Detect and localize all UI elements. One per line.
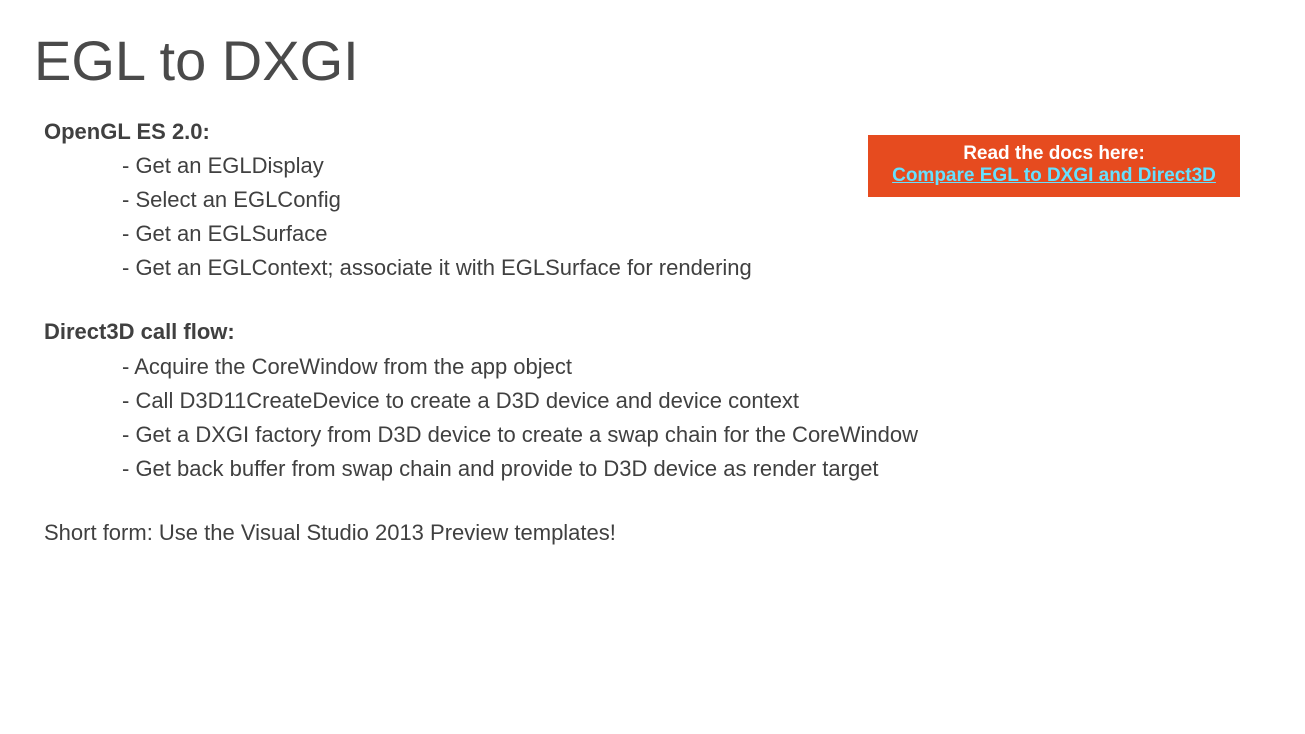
callout-link[interactable]: Compare EGL to DXGI and Direct3D (878, 165, 1230, 187)
list-item: - Acquire the CoreWindow from the app ob… (122, 350, 1267, 384)
short-form-text: Short form: Use the Visual Studio 2013 P… (44, 516, 1267, 550)
list-item: - Get a DXGI factory from D3D device to … (122, 418, 1267, 452)
slide-container: EGL to DXGI Read the docs here: Compare … (0, 0, 1305, 734)
list-item: - Get an EGLSurface (122, 217, 1267, 251)
list-item: - Call D3D11CreateDevice to create a D3D… (122, 384, 1267, 418)
section-direct3d-label: Direct3D call flow: (44, 315, 1267, 349)
slide-title: EGL to DXGI (34, 28, 1267, 93)
docs-callout: Read the docs here: Compare EGL to DXGI … (868, 135, 1240, 197)
list-item: - Get an EGLContext; associate it with E… (122, 251, 1267, 285)
list-item: - Get back buffer from swap chain and pr… (122, 452, 1267, 486)
callout-heading: Read the docs here: (878, 143, 1230, 165)
